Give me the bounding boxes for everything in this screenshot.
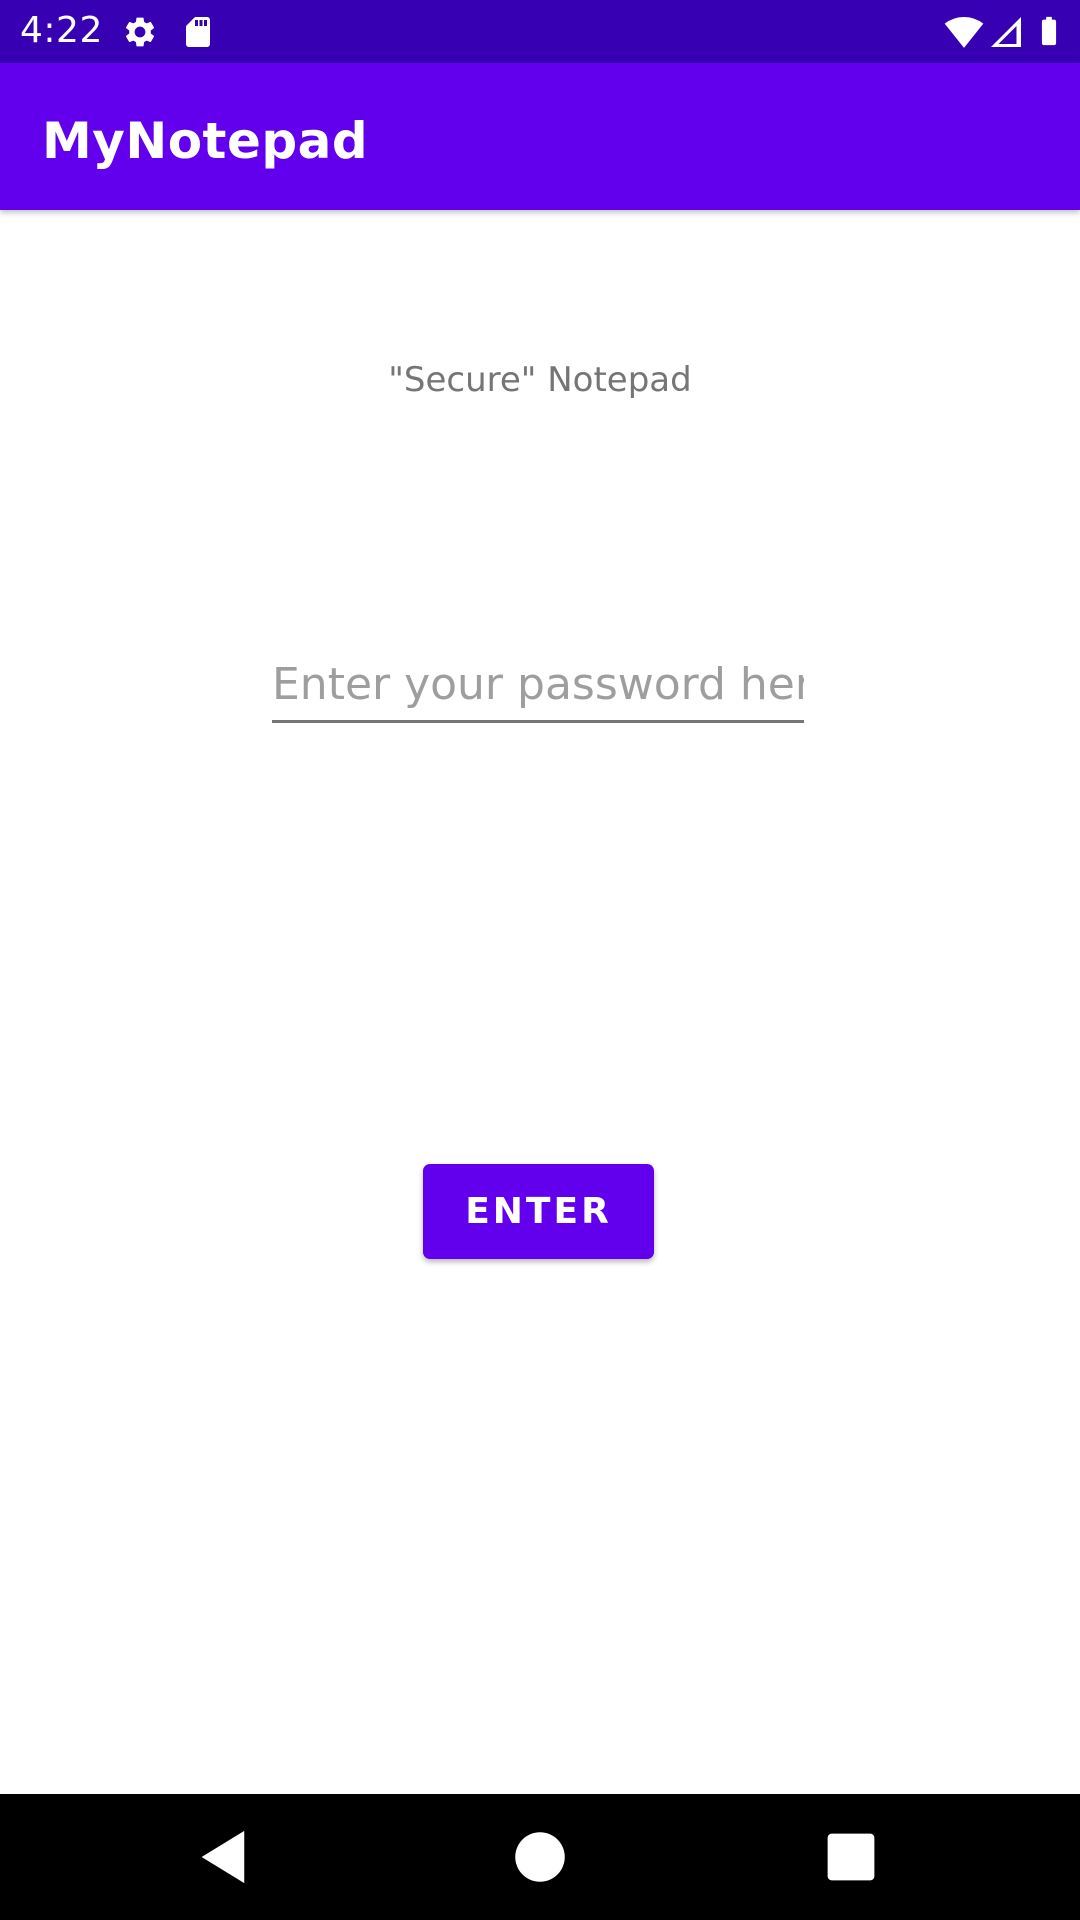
settings-icon	[122, 14, 158, 50]
battery-icon	[1032, 12, 1066, 50]
app-bar: MyNotepad	[0, 63, 1080, 210]
home-icon[interactable]	[507, 1824, 573, 1890]
enter-button[interactable]: ENTER	[423, 1164, 654, 1259]
back-icon[interactable]	[192, 1824, 258, 1890]
password-field[interactable]	[272, 648, 804, 723]
recents-icon[interactable]	[818, 1824, 884, 1890]
navigation-bar	[0, 1794, 1080, 1920]
cell-signal-icon	[988, 14, 1024, 50]
screen: 4:22 MyNotepad "Secure" Notepad ENTER	[0, 0, 1080, 1920]
sd-card-icon	[180, 14, 216, 50]
status-bar: 4:22	[0, 0, 1080, 63]
status-time: 4:22	[20, 10, 103, 51]
wifi-icon	[944, 12, 984, 52]
app-title: MyNotepad	[42, 112, 369, 170]
page-subtitle: "Secure" Notepad	[388, 360, 692, 400]
